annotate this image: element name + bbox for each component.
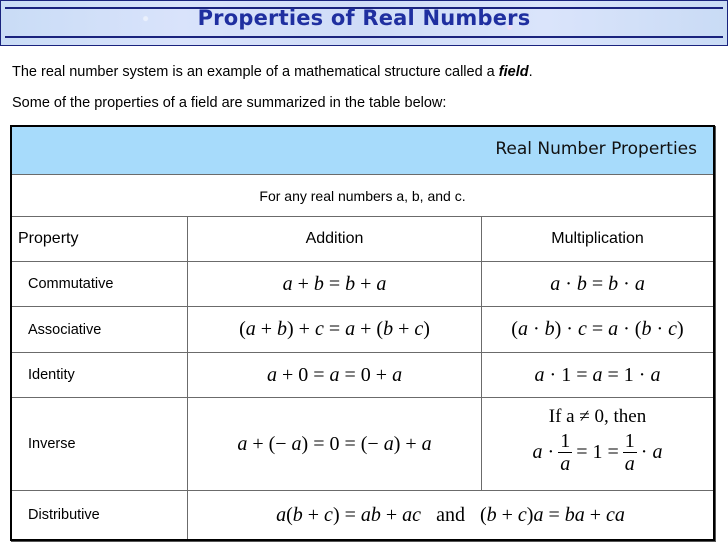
reciprocal-equation: a · 1 a = 1 = 1 a · a (533, 430, 663, 475)
distributive-formula: a(b + c) = ab + ac and (b + c) a = ba + c… (276, 503, 625, 526)
table-caption: Real Number Properties (495, 139, 697, 159)
title-banner: Properties of Real Numbers (0, 0, 728, 46)
intro-line-1: The real number system is an example of … (12, 64, 533, 80)
property-name: Inverse (12, 398, 188, 490)
header-addition: Addition (188, 217, 482, 261)
table-row: Identity a + 0 = a = 0 + a a · 1 = a = 1… (12, 353, 713, 398)
table-row: Associative (a + b) + c = a + (b + c) (a… (12, 307, 713, 353)
eq-middle: = 1 = (576, 440, 619, 463)
fraction-denominator: a (560, 452, 571, 475)
fraction-numerator: 1 (558, 429, 573, 453)
addition-formula: a + 0 = a = 0 + a (188, 353, 482, 397)
intro-text: The real number system is an example of … (12, 64, 499, 80)
property-name: Commutative (12, 262, 188, 306)
field-term: field (498, 64, 529, 80)
property-name: Associative (12, 307, 188, 352)
intro-period: . (528, 64, 533, 80)
property-name: Distributive (12, 491, 188, 539)
properties-table: Real Number Properties For any real numb… (10, 125, 715, 541)
column-header-row: Property Addition Multiplication (12, 217, 713, 262)
table-row: Distributive a(b + c) = ab + ac and (b +… (12, 491, 713, 539)
addition-formula: a + b = b + a (188, 262, 482, 306)
fraction-one-over-a: 1 a (558, 429, 573, 475)
page-title: Properties of Real Numbers (197, 6, 531, 30)
eq-left: a · (532, 440, 555, 463)
table-subtitle-row: For any real numbers a, b, and c. (12, 175, 713, 217)
multiplication-formula: If a ≠ 0, then a · 1 a = 1 = 1 a · a (482, 398, 713, 490)
multiplication-formula: a · 1 = a = 1 · a (534, 363, 661, 386)
eq-right: · a (640, 440, 663, 463)
intro-line-2: Some of the properties of a field are su… (12, 95, 447, 111)
nonzero-condition: If a ≠ 0, then (548, 405, 647, 427)
table-caption-row: Real Number Properties (12, 127, 713, 175)
table-row: Commutative a + b = b + a a · b = b · a (12, 262, 713, 307)
addition-formula: (a + b) + c = a + (b + c) (188, 307, 482, 352)
fraction-denominator: a (624, 452, 635, 475)
property-name: Identity (12, 353, 188, 397)
multiplication-formula: (a · b) · c = a · (b · c) (511, 318, 684, 340)
multiplication-formula: a · b = b · a (550, 272, 645, 295)
fraction-numerator: 1 (622, 429, 637, 453)
fraction-one-over-a: 1 a (622, 429, 637, 475)
header-multiplication: Multiplication (551, 230, 644, 247)
table-subtitle: For any real numbers a, b, and c. (259, 188, 466, 204)
header-property: Property (12, 217, 188, 261)
addition-formula: a + (− a) = 0 = (− a) + a (188, 398, 482, 490)
table-row: Inverse a + (− a) = 0 = (− a) + a If a ≠… (12, 398, 713, 491)
